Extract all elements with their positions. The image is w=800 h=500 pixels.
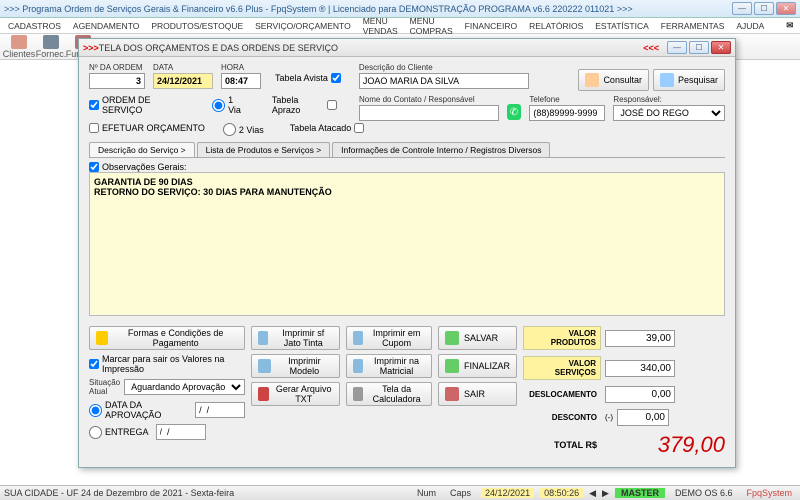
exit-icon: [445, 387, 459, 401]
menu-ajuda[interactable]: AJUDA: [730, 20, 770, 32]
menu-servico[interactable]: SERVIÇO/ORÇAMENTO: [249, 20, 357, 32]
menu-compras[interactable]: MENU COMPRAS: [404, 15, 459, 37]
person-icon: [11, 35, 27, 49]
tab-descricao[interactable]: Descrição do Serviço >: [89, 142, 195, 157]
valor-servicos: 340,00: [605, 360, 675, 377]
ordem-servico-check[interactable]: ORDEM DE SERVIÇO: [89, 95, 186, 115]
search-icon: [585, 73, 599, 87]
prev-icon[interactable]: ◀: [589, 488, 596, 499]
calculadora-button[interactable]: Tela da Calculadora: [346, 382, 432, 406]
salvar-button[interactable]: SALVAR: [438, 326, 517, 350]
date-entrega-input[interactable]: [156, 424, 206, 440]
tabela-avista-check[interactable]: Tabela Avista: [275, 73, 341, 83]
menu-estatistica[interactable]: ESTATÍSTICA: [589, 20, 655, 32]
check-icon: [445, 359, 459, 373]
modal-titlebar: >>> TELA DOS ORÇAMENTOS E DAS ORDENS DE …: [79, 39, 735, 57]
coin-icon: [96, 331, 108, 345]
email-button[interactable]: ✉ E-MAIL: [780, 14, 800, 38]
date-aprov-input[interactable]: [195, 402, 245, 418]
printer-icon: [353, 359, 363, 373]
obs-textarea[interactable]: [89, 172, 725, 316]
sair-button[interactable]: SAIR: [438, 382, 517, 406]
menu-relatorios[interactable]: RELATÓRIOS: [523, 20, 589, 32]
toolbar-clientes[interactable]: Clientes: [4, 35, 34, 59]
tab-bar: Descrição do Serviço > Lista de Produtos…: [89, 142, 725, 158]
calculator-icon: [353, 387, 363, 401]
tab-info[interactable]: Informações de Controle Interno / Regist…: [332, 142, 550, 157]
print-jato-button[interactable]: Imprimir sf Jato Tinta: [251, 326, 340, 350]
modal-maximize[interactable]: ☐: [689, 41, 709, 54]
minimize-button[interactable]: —: [732, 2, 752, 15]
valor-produtos: 39,00: [605, 330, 675, 347]
print-matricial-button[interactable]: Imprimir na Matricial: [346, 354, 432, 378]
data-aprov-radio[interactable]: DATA DA APROVAÇÃO: [89, 400, 245, 420]
modal-minimize[interactable]: —: [667, 41, 687, 54]
print-modelo-button[interactable]: Imprimir Modelo: [251, 354, 340, 378]
desconto-input[interactable]: [617, 409, 669, 426]
contact-input[interactable]: [359, 105, 499, 121]
modal-title: TELA DOS ORÇAMENTOS E DAS ORDENS DE SERV…: [99, 43, 643, 53]
efetuar-orcamento-check[interactable]: EFETUAR ORÇAMENTO: [89, 123, 205, 133]
tabela-atacado-check[interactable]: Tabela Atacado: [290, 123, 365, 133]
order-number-input[interactable]: [89, 73, 145, 89]
menu-financeiro[interactable]: FINANCEIRO: [459, 20, 523, 32]
pesquisar-button[interactable]: Pesquisar: [653, 69, 725, 91]
situacao-select[interactable]: Aguardando Aprovação: [124, 379, 245, 395]
menu-produtos[interactable]: PRODUTOS/ESTOQUE: [145, 20, 249, 32]
printer-icon: [258, 359, 271, 373]
next-icon[interactable]: ▶: [602, 488, 609, 499]
toolbar-fornecedores[interactable]: Fornec.: [36, 35, 66, 59]
consultar-button[interactable]: Consultar: [578, 69, 649, 91]
responsavel-select[interactable]: JOSÉ DO REGO: [613, 105, 725, 121]
menu-vendas[interactable]: MENU VENDAS: [357, 15, 404, 37]
deslocamento: 0,00: [605, 386, 675, 403]
entrega-radio[interactable]: ENTREGA: [89, 424, 245, 440]
whatsapp-icon[interactable]: ✆: [507, 104, 522, 120]
printer-icon: [258, 331, 268, 345]
obs-check[interactable]: Observações Gerais:: [89, 162, 725, 172]
menu-agendamento[interactable]: AGENDAMENTO: [67, 20, 145, 32]
total-value: 379,00: [605, 432, 725, 458]
status-bar: SUA CIDADE - UF 24 de Dezembro de 2021 -…: [0, 485, 800, 500]
arrow-icon: <<<: [643, 43, 659, 53]
tabela-aprazo-check[interactable]: Tabela Aprazo: [272, 95, 337, 115]
person-icon: [43, 35, 59, 49]
maximize-button[interactable]: ☐: [754, 2, 774, 15]
app-title: >>> Programa Ordem de Serviços Gerais & …: [4, 4, 732, 14]
gerar-txt-button[interactable]: Gerar Arquivo TXT: [251, 382, 340, 406]
status-left: SUA CIDADE - UF 24 de Dezembro de 2021 -…: [4, 488, 234, 498]
phone-input[interactable]: [529, 105, 605, 121]
save-icon: [445, 331, 459, 345]
marcar-valores-check[interactable]: Marcar para sair os Valores na Impressão: [89, 354, 245, 374]
arrow-icon: >>>: [83, 43, 99, 53]
search-icon: [660, 73, 674, 87]
tab-lista[interactable]: Lista de Produtos e Serviços >: [197, 142, 331, 157]
receipt-icon: [353, 331, 363, 345]
via1-radio[interactable]: 1 Via: [212, 95, 246, 115]
file-icon: [258, 387, 269, 401]
main-menu: CADASTROS AGENDAMENTO PRODUTOS/ESTOQUE S…: [0, 18, 800, 34]
modal-close[interactable]: ✕: [711, 41, 731, 54]
finalizar-button[interactable]: FINALIZAR: [438, 354, 517, 378]
via2-radio[interactable]: 2 Vias: [223, 123, 264, 136]
master-badge: MASTER: [615, 488, 665, 498]
formas-pagamento-button[interactable]: Formas e Condições de Pagamento: [89, 326, 245, 350]
print-cupom-button[interactable]: Imprimir em Cupom: [346, 326, 432, 350]
orcamento-window: >>> TELA DOS ORÇAMENTOS E DAS ORDENS DE …: [78, 38, 736, 468]
menu-ferramentas[interactable]: FERRAMENTAS: [655, 20, 731, 32]
client-input[interactable]: [359, 73, 529, 89]
menu-cadastros[interactable]: CADASTROS: [2, 20, 67, 32]
date-input[interactable]: [153, 73, 213, 89]
hour-input[interactable]: [221, 73, 261, 89]
